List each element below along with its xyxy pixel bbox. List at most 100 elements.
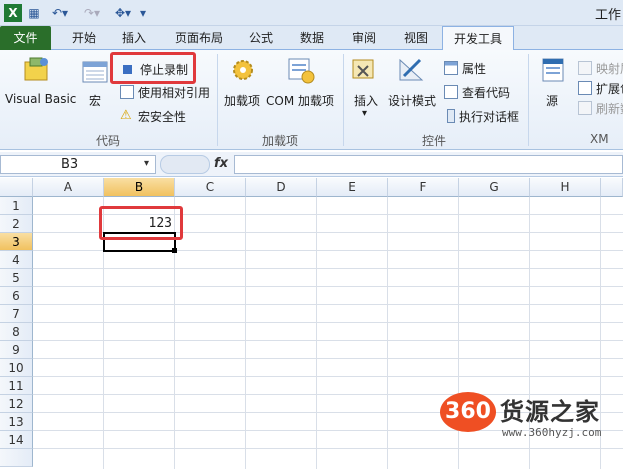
column-header-g[interactable]: G <box>459 178 530 197</box>
column-header-h[interactable]: H <box>530 178 601 197</box>
gridline <box>33 268 623 269</box>
visual-basic-button[interactable]: Visual Basic <box>5 92 76 106</box>
watermark-name: 货源之家 <box>500 398 600 426</box>
gridline <box>245 197 246 469</box>
macro-security-button[interactable]: ⚠ 宏安全性 <box>120 107 186 125</box>
relative-references-button[interactable]: 使用相对引用 <box>120 83 210 101</box>
expansion-packs-label: 扩展包 <box>596 81 623 96</box>
tab-data[interactable]: 数据 <box>290 26 334 50</box>
tools-icon[interactable]: ✥▾ <box>112 4 134 22</box>
row-header-14[interactable]: 14 <box>0 431 33 449</box>
tab-view[interactable]: 视图 <box>394 26 438 50</box>
row-header-4[interactable]: 4 <box>0 251 33 269</box>
row-header-6[interactable]: 6 <box>0 287 33 305</box>
view-code-icon <box>444 85 458 99</box>
column-header-b[interactable]: B <box>104 178 175 197</box>
refresh-data-button[interactable]: 刷新数 <box>578 99 623 117</box>
tab-developer[interactable]: 开发工具 <box>442 26 514 51</box>
run-dialog-button[interactable]: 执行对话框 <box>444 107 519 125</box>
insert-function-button[interactable]: fx <box>214 156 228 171</box>
name-box[interactable]: B3 <box>0 155 156 174</box>
group-label-xml: XM <box>590 132 609 146</box>
row-header-8[interactable]: 8 <box>0 323 33 341</box>
com-addins-button[interactable]: COM 加载项 <box>266 92 334 109</box>
column-header-c[interactable]: C <box>175 178 246 197</box>
group-separator <box>528 54 529 146</box>
run-dialog-label: 执行对话框 <box>459 109 520 124</box>
formula-input[interactable] <box>234 155 623 174</box>
row-header-7[interactable]: 7 <box>0 305 33 323</box>
run-dialog-icon <box>447 109 455 123</box>
addins-button[interactable]: 加载项 <box>224 92 260 109</box>
properties-button[interactable]: 属性 <box>444 59 486 77</box>
select-all-corner[interactable] <box>0 178 33 197</box>
tab-file[interactable]: 文件 <box>0 26 51 50</box>
row-header-15[interactable] <box>0 449 33 467</box>
customize-qat-icon[interactable]: ▾ <box>138 4 148 22</box>
insert-dropdown-icon[interactable]: ▾ <box>362 108 367 119</box>
refresh-data-icon <box>578 101 592 115</box>
ribbon-developer: Visual Basic 宏 停止录制 使用相对引用 ⚠ 宏安全性 代码 加载项… <box>0 50 623 150</box>
row-header-12[interactable]: 12 <box>0 395 33 413</box>
macro-security-label: 宏安全性 <box>138 109 187 124</box>
fill-handle[interactable] <box>172 248 177 253</box>
save-icon[interactable]: ▦ <box>26 4 42 22</box>
title-bar: X ▦ ↶▾ ↷▾ ✥▾ ▾ 工作 <box>0 0 623 26</box>
insert-controls-icon <box>352 59 374 79</box>
formula-bar-splitter[interactable] <box>160 155 210 174</box>
name-box-dropdown-icon[interactable]: ▾ <box>144 158 149 169</box>
row-header-11[interactable]: 11 <box>0 377 33 395</box>
macros-button[interactable]: 宏 <box>89 92 101 109</box>
highlight-stop-recording <box>110 52 196 84</box>
view-code-label: 查看代码 <box>462 85 511 100</box>
insert-controls-button[interactable]: 插入 <box>354 92 378 109</box>
redo-icon[interactable]: ↷▾ <box>80 4 104 22</box>
row-header-13[interactable]: 13 <box>0 413 33 431</box>
undo-icon[interactable]: ↶▾ <box>48 4 72 22</box>
column-header-d[interactable]: D <box>246 178 317 197</box>
expansion-packs-button[interactable]: 扩展包 <box>578 79 623 97</box>
column-header-a[interactable]: A <box>33 178 104 197</box>
gridline <box>33 286 623 287</box>
column-header-next[interactable] <box>601 178 623 197</box>
properties-icon <box>444 61 458 75</box>
gridline <box>33 448 623 449</box>
gridline <box>33 376 623 377</box>
tab-insert[interactable]: 插入 <box>112 26 156 50</box>
gridline <box>387 197 388 469</box>
group-label-addins: 加载项 <box>261 134 298 148</box>
map-properties-label: 映射属 <box>596 61 623 76</box>
row-header-3[interactable]: 3 <box>0 233 33 251</box>
row-header-9[interactable]: 9 <box>0 341 33 359</box>
design-mode-button[interactable]: 设计模式 <box>388 92 436 109</box>
tab-page-layout[interactable]: 页面布局 <box>164 26 234 50</box>
xml-source-icon <box>542 58 564 82</box>
tab-review[interactable]: 审阅 <box>342 26 386 50</box>
relative-refs-icon <box>120 85 134 99</box>
com-addins-icon <box>288 58 315 84</box>
row-header-10[interactable]: 10 <box>0 359 33 377</box>
properties-label: 属性 <box>462 61 487 76</box>
relative-references-label: 使用相对引用 <box>138 85 211 100</box>
visual-basic-icon <box>24 57 48 81</box>
column-header-e[interactable]: E <box>317 178 388 197</box>
map-properties-button[interactable]: 映射属 <box>578 59 623 77</box>
group-label-code: 代码 <box>95 134 120 148</box>
addins-gear-icon <box>233 60 253 80</box>
view-code-button[interactable]: 查看代码 <box>444 83 510 101</box>
column-header-f[interactable]: F <box>388 178 459 197</box>
tab-formulas[interactable]: 公式 <box>240 26 282 50</box>
xml-source-button[interactable]: 源 <box>546 92 558 109</box>
gridline <box>33 322 623 323</box>
map-properties-icon <box>578 61 592 75</box>
tab-home[interactable]: 开始 <box>60 26 108 50</box>
row-header-1[interactable]: 1 <box>0 197 33 215</box>
row-header-2[interactable]: 2 <box>0 215 33 233</box>
watermark-badge: 360 <box>440 392 496 432</box>
gridline <box>33 358 623 359</box>
row-header-5[interactable]: 5 <box>0 269 33 287</box>
ribbon-tabs: 文件 开始 插入 页面布局 公式 数据 审阅 视图 开发工具 <box>0 26 623 51</box>
window-title: 工作 <box>594 8 621 23</box>
watermark-url: www.360hyzj.com <box>502 426 602 439</box>
group-label-controls: 控件 <box>421 134 446 148</box>
